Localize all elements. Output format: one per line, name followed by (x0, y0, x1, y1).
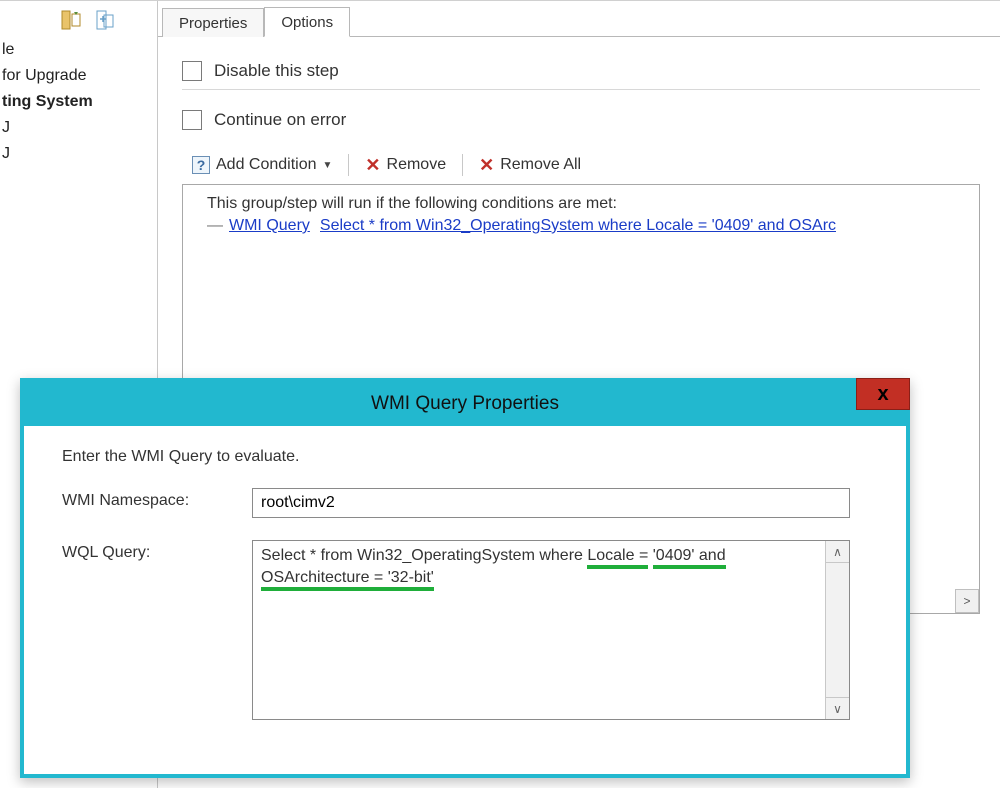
x-icon: ✕ (479, 156, 494, 174)
toolbar-separator (462, 154, 463, 176)
wql-label: WQL Query: (62, 540, 252, 562)
condition-type-label: WMI Query (229, 217, 310, 235)
remove-all-button[interactable]: ✕ Remove All (473, 154, 587, 176)
dialog-titlebar[interactable]: WMI Query Properties x (24, 382, 906, 426)
tabs: Properties Options (158, 1, 1000, 37)
remove-all-label: Remove All (500, 156, 581, 174)
conditions-toolbar: ? Add Condition ▼ ✕ Remove ✕ Remove All (182, 150, 980, 182)
tree-tool-icon-1[interactable] (60, 9, 82, 31)
tab-properties[interactable]: Properties (162, 8, 264, 37)
separator (182, 89, 980, 90)
tree-tool-icon-2[interactable] (94, 9, 116, 31)
toolbar-separator (348, 154, 349, 176)
chevron-down-icon: ▼ (323, 160, 333, 171)
wmi-query-properties-dialog: WMI Query Properties x Enter the WMI Que… (20, 378, 910, 778)
namespace-row: WMI Namespace: (62, 488, 880, 518)
tree-items[interactable]: le for Upgrade ting System J J (0, 37, 157, 167)
continue-on-error-row[interactable]: Continue on error (182, 110, 980, 130)
dialog-body: Enter the WMI Query to evaluate. WMI Nam… (24, 426, 906, 720)
tree-connector-icon: — (207, 217, 223, 235)
disable-step-label: Disable this step (214, 61, 339, 81)
tree-item[interactable]: le (2, 37, 157, 63)
dialog-hint: Enter the WMI Query to evaluate. (62, 448, 880, 466)
disable-step-checkbox[interactable] (182, 61, 202, 81)
tree-item[interactable]: for Upgrade (2, 63, 157, 89)
dialog-close-button[interactable]: x (856, 378, 910, 410)
x-icon: ✕ (365, 156, 380, 174)
tree-item[interactable]: J (2, 141, 157, 167)
help-icon: ? (192, 156, 210, 174)
wql-textarea-wrap: Select * from Win32_OperatingSystem wher… (252, 540, 850, 720)
scroll-down-button[interactable]: ∨ (826, 697, 849, 719)
continue-on-error-checkbox[interactable] (182, 110, 202, 130)
namespace-label: WMI Namespace: (62, 488, 252, 510)
remove-condition-button[interactable]: ✕ Remove (359, 154, 452, 176)
scroll-up-button[interactable]: ∧ (826, 541, 849, 563)
continue-on-error-label: Continue on error (214, 110, 346, 130)
scroll-right-button[interactable]: > (955, 589, 979, 613)
namespace-input[interactable] (252, 488, 850, 518)
tab-options[interactable]: Options (264, 7, 350, 37)
wql-scrollbar[interactable]: ∧ ∨ (825, 541, 849, 719)
wql-text-highlight-1: Locale = (587, 547, 648, 569)
dialog-title: WMI Query Properties (371, 393, 559, 415)
remove-label: Remove (387, 156, 447, 174)
wql-text-plain: Select * from Win32_OperatingSystem wher… (261, 547, 587, 564)
wql-row: WQL Query: Select * from Win32_Operating… (62, 540, 880, 720)
add-condition-button[interactable]: ? Add Condition ▼ (186, 154, 338, 176)
condition-row[interactable]: — WMI Query Select * from Win32_Operatin… (207, 217, 971, 235)
add-condition-label: Add Condition (216, 156, 317, 174)
conditions-message: This group/step will run if the followin… (207, 195, 971, 213)
wql-textarea[interactable]: Select * from Win32_OperatingSystem wher… (253, 541, 825, 719)
disable-step-row[interactable]: Disable this step (182, 61, 980, 81)
tree-item-selected[interactable]: ting System (2, 89, 157, 115)
condition-value-link[interactable]: Select * from Win32_OperatingSystem wher… (320, 217, 836, 235)
tree-item[interactable]: J (2, 115, 157, 141)
tree-toolbar (0, 9, 157, 37)
